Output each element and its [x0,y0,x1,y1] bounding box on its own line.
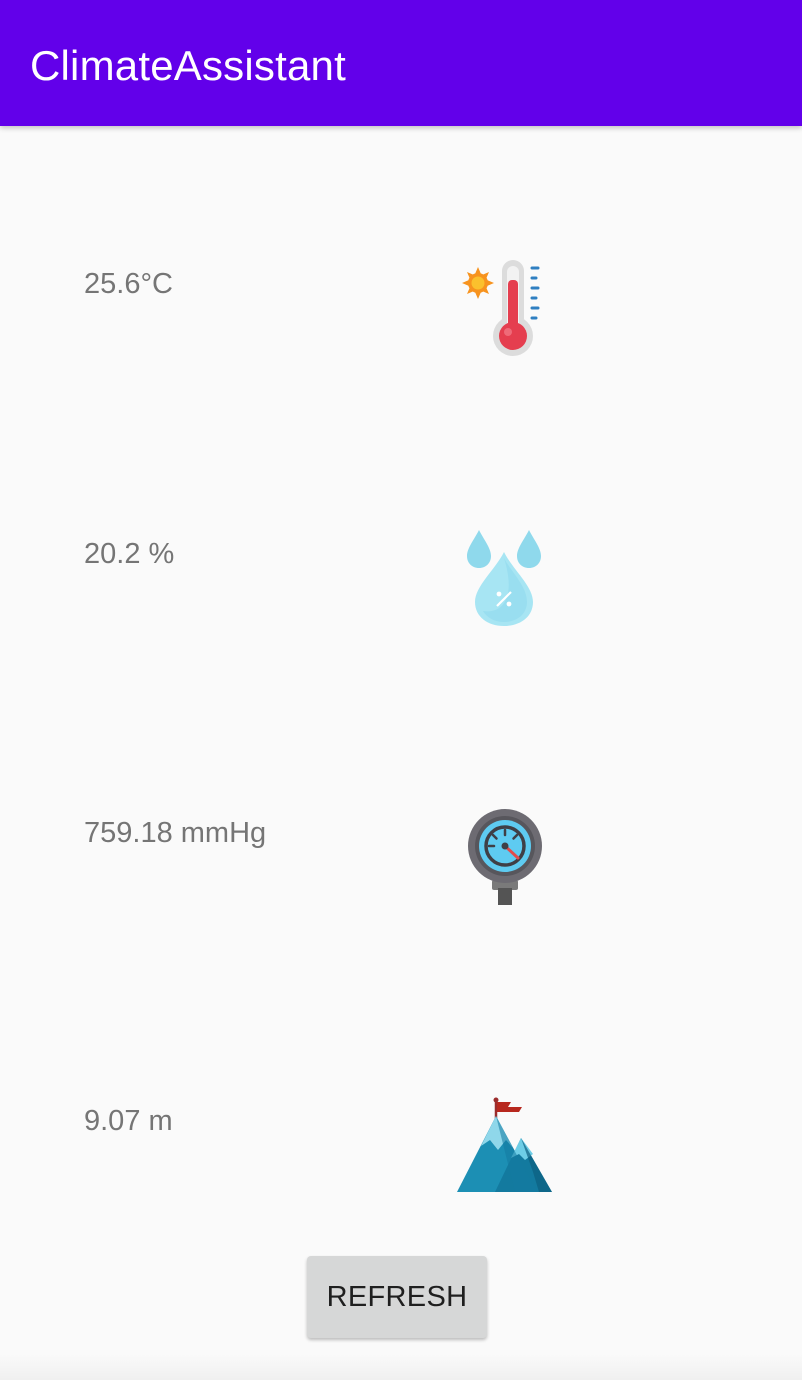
pressure-gauge-icon [468,809,542,905]
refresh-button[interactable]: REFRESH [307,1256,487,1338]
thermometer-sun-icon [462,260,540,356]
water-drops-percent-icon [467,530,541,626]
altitude-value: 9.07 m [84,1105,173,1137]
pressure-value: 759.18 mmHg [84,817,267,849]
app-title: ClimateAssistant [30,42,346,89]
app-bar: ClimateAssistant [0,0,802,126]
humidity-value: 20.2 % [84,538,175,570]
bottom-edge [0,1354,802,1380]
temperature-value: 25.6°C [84,268,173,300]
mountain-flag-icon [457,1097,552,1192]
